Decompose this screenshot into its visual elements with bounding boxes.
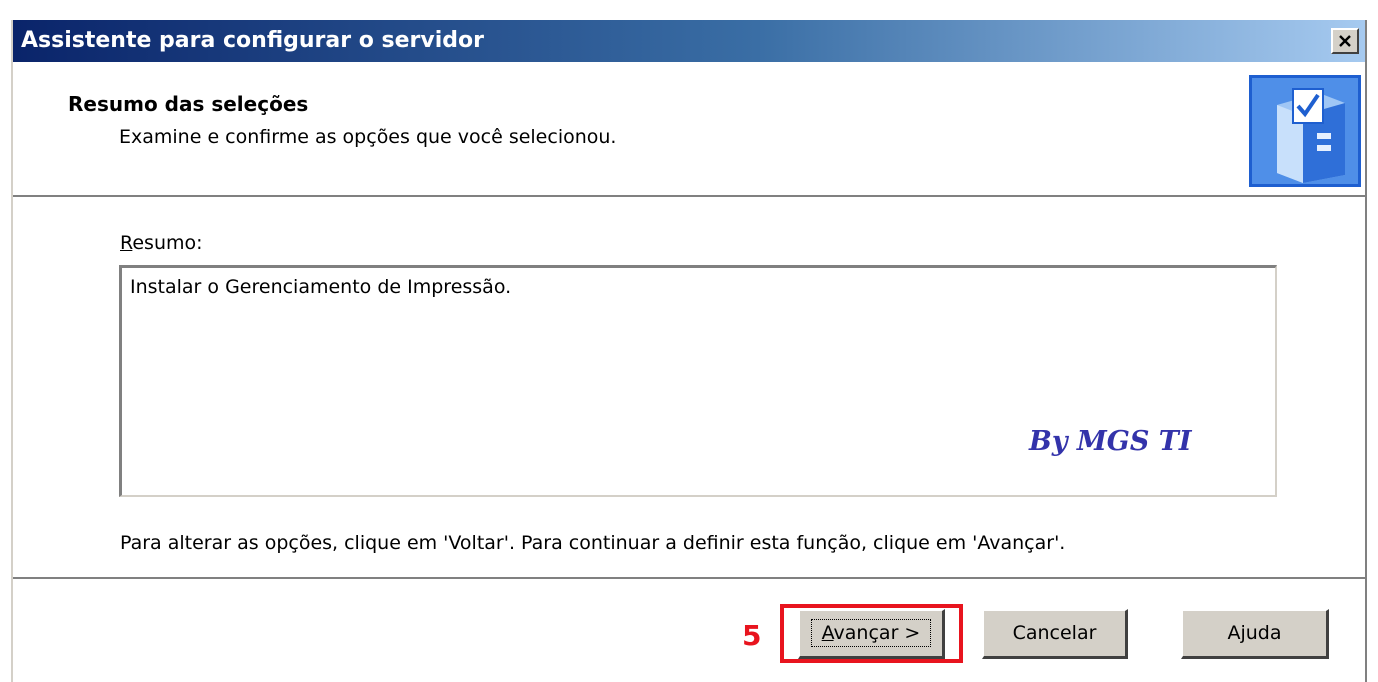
- help-button[interactable]: Ajuda: [1181, 609, 1329, 659]
- summary-label: Resumo:: [120, 232, 203, 254]
- instruction-text: Para alterar as opções, clique em 'Volta…: [120, 532, 1066, 554]
- close-button[interactable]: [1331, 28, 1359, 54]
- title-bar: Assistente para configurar o servidor: [13, 20, 1365, 62]
- next-button[interactable]: Avançar >: [798, 609, 945, 659]
- summary-label-accelerator: R: [120, 232, 133, 254]
- summary-text: Instalar o Gerenciamento de Impressão.: [130, 276, 512, 298]
- page-title: Resumo das seleções: [68, 92, 309, 116]
- page-subtitle: Examine e confirme as opções que você se…: [119, 126, 617, 148]
- wizard-header: Resumo das seleções Examine e confirme a…: [13, 62, 1365, 195]
- window-title: Assistente para configurar o servidor: [21, 28, 484, 53]
- cancel-button[interactable]: Cancelar: [982, 609, 1128, 659]
- wizard-window: Assistente para configurar o servidor Re…: [11, 20, 1367, 682]
- close-icon: [1339, 35, 1351, 47]
- next-button-label: Avançar >: [810, 619, 932, 647]
- summary-label-text: esumo:: [132, 232, 203, 254]
- next-button-accelerator: A: [821, 622, 834, 644]
- server-checklist-icon: [1249, 75, 1361, 187]
- watermark-text: By MGS TI: [1029, 426, 1192, 457]
- step-number-annotation: 5: [742, 619, 762, 652]
- next-button-text: vançar >: [833, 622, 921, 644]
- wizard-footer: 5 Avançar > Cancelar Ajuda: [13, 581, 1365, 682]
- summary-textbox[interactable]: Instalar o Gerenciamento de Impressão. B…: [119, 265, 1277, 497]
- wizard-body: Resumo: Instalar o Gerenciamento de Impr…: [13, 199, 1365, 577]
